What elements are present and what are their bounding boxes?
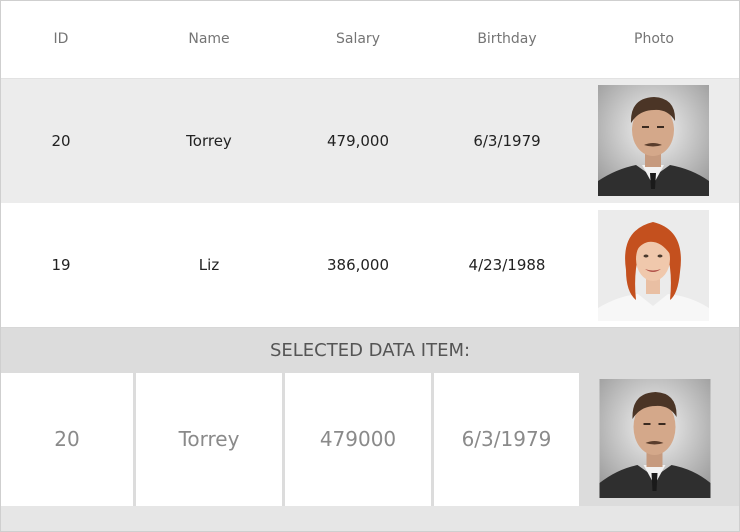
column-header-name[interactable]: Name — [133, 1, 285, 78]
cell-name: Liz — [198, 256, 220, 274]
cell-id: 19 — [51, 256, 71, 274]
selected-item-title: SELECTED DATA ITEM: — [1, 328, 739, 373]
table-row[interactable]: 19 Liz 386,000 4/23/1988 — [1, 203, 739, 328]
grid-footer — [1, 506, 739, 531]
cell-salary: 479,000 — [326, 132, 390, 150]
cell-salary: 386,000 — [326, 256, 390, 274]
selected-birthday-field: 6/3/1979 — [434, 373, 579, 506]
cell-birthday: 6/3/1979 — [473, 132, 541, 150]
column-header-salary[interactable]: Salary — [283, 1, 433, 78]
man-portrait-photo — [598, 85, 709, 196]
column-header-birthday[interactable]: Birthday — [433, 1, 581, 78]
cell-birthday: 4/23/1988 — [468, 256, 546, 274]
selected-salary-field: 479000 — [285, 373, 431, 506]
cell-id: 20 — [51, 132, 71, 150]
selected-item-panel: 20 Torrey 479000 6/3/1979 — [1, 373, 739, 506]
table-row[interactable]: 20 Torrey 479,000 6/3/1979 — [1, 79, 739, 203]
selected-name-field: Torrey — [136, 373, 282, 506]
selected-id-field: 20 — [1, 373, 133, 506]
woman-portrait-photo — [598, 210, 709, 321]
column-header-id[interactable]: ID — [1, 1, 121, 78]
data-grid-window: ID Name Salary Birthday Photo 20 Torrey … — [0, 0, 740, 532]
man-portrait-photo — [599, 379, 711, 498]
cell-name: Torrey — [186, 132, 232, 150]
column-header-photo[interactable]: Photo — [581, 1, 727, 78]
grid-header: ID Name Salary Birthday Photo — [1, 1, 739, 79]
